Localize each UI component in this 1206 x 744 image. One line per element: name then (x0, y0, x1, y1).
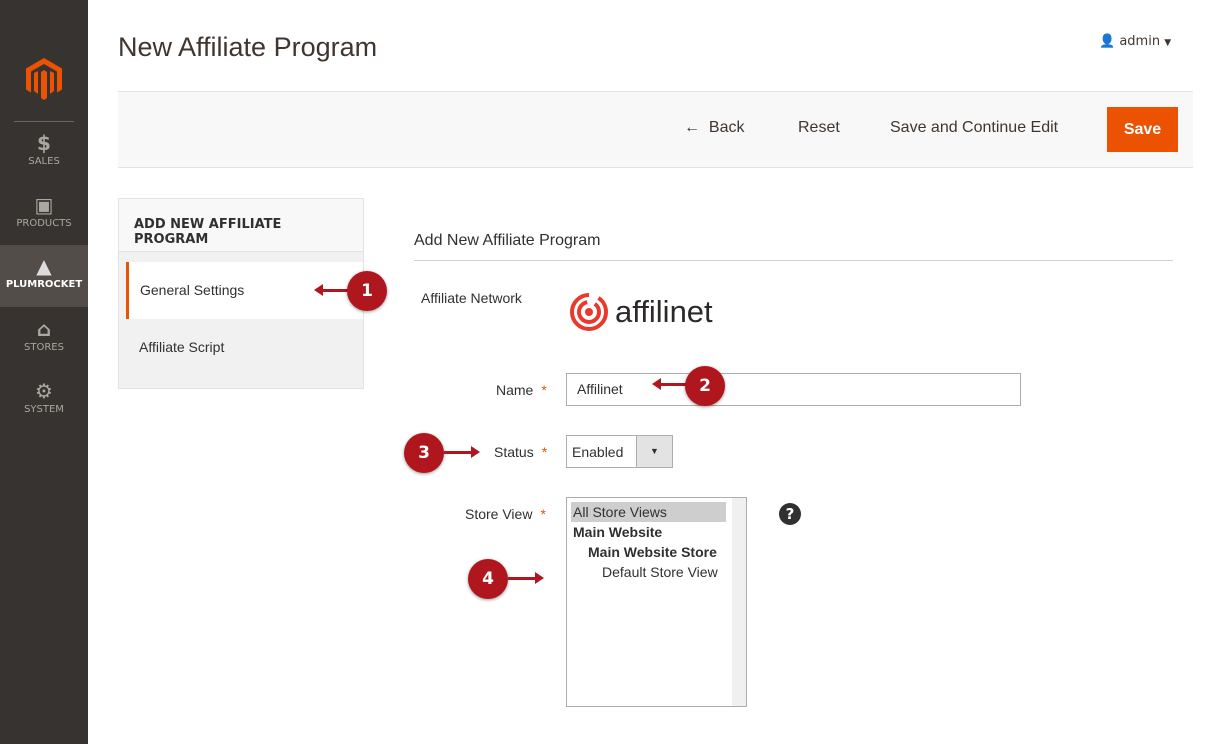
store-option[interactable]: Main Website (567, 522, 726, 542)
sidebar-item-plumrocket[interactable]: ▲ PLUMROCKET (0, 245, 88, 307)
callout-arrow (444, 446, 480, 458)
status-label: Status * (494, 444, 548, 460)
callout-badge: 3 (404, 433, 444, 473)
affilinet-logo: affilinet (569, 292, 713, 332)
name-label: Name * (496, 382, 547, 398)
tabs-title: ADD NEW AFFILIATE PROGRAM (119, 199, 363, 252)
callout-badge: 4 (468, 559, 508, 599)
sidebar-item-stores[interactable]: ⌂ STORES (0, 318, 88, 380)
page-title: New Affiliate Program (118, 32, 378, 62)
pyramid-icon: ▲ (36, 254, 52, 278)
save-continue-button[interactable]: Save and Continue Edit (890, 119, 1058, 137)
save-button[interactable]: Save (1107, 107, 1178, 152)
callout-badge: 1 (347, 271, 387, 311)
name-input[interactable]: Affilinet (566, 373, 1021, 406)
callout-arrow (652, 378, 688, 390)
store-view-multiselect[interactable]: All Store Views Main Website Main Websit… (566, 497, 747, 707)
dollar-icon: $ (37, 131, 51, 155)
box-icon: ▣ (34, 193, 54, 217)
sidebar: $ SALES ▣ PRODUCTS ▲ PLUMROCKET ⌂ STORES ⚙ SY… (0, 0, 88, 744)
status-select[interactable]: Enabled ▼ (566, 435, 673, 468)
callout-badge: 2 (685, 366, 725, 406)
sidebar-item-system[interactable]: ⚙ SYSTEM (0, 380, 88, 442)
affiliate-network-label: Affiliate Network (421, 290, 522, 306)
section-title: Add New Affiliate Program (414, 232, 1173, 261)
page-actions-toolbar: ← Back Reset Save and Continue Edit Save (118, 91, 1193, 168)
store-option[interactable]: Main Website Store (567, 542, 726, 562)
store-option[interactable]: Default Store View (567, 562, 726, 582)
sidebar-divider (14, 121, 74, 122)
user-menu[interactable]: 👤 admin ▼ (1099, 34, 1171, 49)
callout-arrow (314, 284, 348, 296)
tab-affiliate-script[interactable]: Affiliate Script (119, 319, 363, 376)
gear-icon: ⚙ (35, 379, 53, 403)
chevron-down-icon: ▼ (636, 436, 672, 467)
reset-button[interactable]: Reset (798, 119, 840, 137)
help-icon[interactable]: ? (779, 503, 801, 525)
back-button[interactable]: ← Back (684, 119, 744, 137)
scrollbar[interactable] (732, 498, 746, 706)
callout-arrow (508, 572, 544, 584)
store-option[interactable]: All Store Views (571, 502, 726, 522)
magento-logo-icon[interactable] (26, 58, 62, 100)
arrow-left-icon: ← (684, 119, 700, 136)
store-icon: ⌂ (36, 317, 52, 341)
store-view-label: Store View * (465, 506, 546, 522)
affilinet-logo-icon (570, 293, 608, 331)
sidebar-item-sales[interactable]: $ SALES (0, 132, 88, 194)
chevron-down-icon: ▼ (1164, 38, 1172, 48)
user-icon: 👤 (1099, 34, 1116, 49)
tabs-panel: ADD NEW AFFILIATE PROGRAM General Settin… (118, 198, 364, 389)
